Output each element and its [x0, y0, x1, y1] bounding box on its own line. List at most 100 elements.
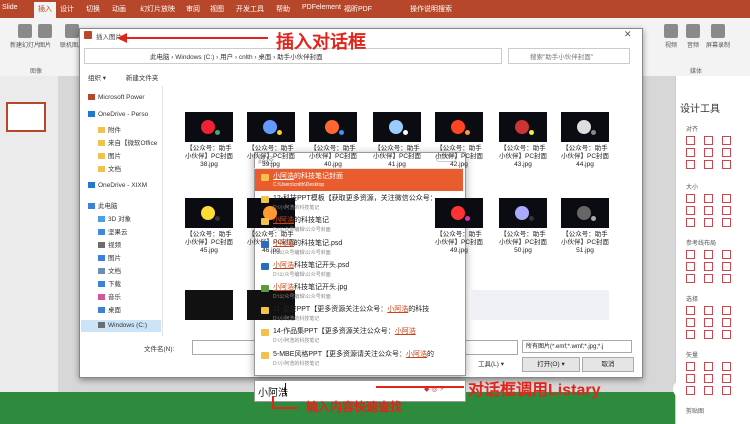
- nav-item[interactable]: 坚果云: [98, 226, 128, 236]
- audio-button[interactable]: 音频: [686, 24, 700, 49]
- file-item[interactable]: 【公众号：助手 小伙伴】PC封面 42.jpg: [430, 112, 488, 169]
- design-tool-icon[interactable]: [686, 362, 695, 371]
- cancel-button[interactable]: 取消: [582, 357, 634, 372]
- design-tool-icon[interactable]: [686, 330, 695, 339]
- breadcrumb-item[interactable]: 桌面: [258, 54, 271, 61]
- design-tool-icon[interactable]: [704, 362, 713, 371]
- nav-item[interactable]: 3D 对象: [98, 213, 131, 223]
- file-thumbnail[interactable]: [185, 290, 233, 320]
- ribbon-tab[interactable]: Slide: [2, 4, 18, 11]
- design-tool-icon[interactable]: [722, 374, 731, 383]
- nav-item[interactable]: 下载: [98, 278, 121, 288]
- design-tool-icon[interactable]: [704, 148, 713, 157]
- listary-result[interactable]: 5-MBE风格PPT【更多资源请关注公众号：小阿浩的 D:\小阿浩的科技笔记: [255, 347, 463, 369]
- file-item[interactable]: 【公众号：助手 小伙伴】PC封面 41.jpg: [368, 112, 426, 169]
- design-tool-icon[interactable]: [704, 318, 713, 327]
- design-tool-icon[interactable]: [722, 318, 731, 327]
- ribbon-tab[interactable]: 动画: [112, 4, 126, 14]
- design-tool-icon[interactable]: [704, 206, 713, 215]
- design-tool-icon[interactable]: [722, 136, 731, 145]
- file-item[interactable]: 【公众号：助手 小伙伴】PC封面 50.jpg: [494, 198, 552, 255]
- listary-result[interactable]: 小阿浩的科技笔记 D:\公众号编辑\公众号封面: [255, 213, 463, 235]
- design-tool-icon[interactable]: [704, 274, 713, 283]
- picture-button[interactable]: 图片: [38, 24, 52, 49]
- design-tool-icon[interactable]: [686, 262, 695, 271]
- breadcrumb-item[interactable]: 此电脑: [150, 54, 170, 61]
- design-tool-icon[interactable]: [686, 136, 695, 145]
- ribbon-tab[interactable]: 帮助: [276, 4, 290, 14]
- design-tool-icon[interactable]: [704, 160, 713, 169]
- slide-thumbnail[interactable]: [6, 102, 46, 132]
- design-tool-icon[interactable]: [722, 250, 731, 259]
- nav-item[interactable]: 来自【微软Office: [98, 137, 157, 147]
- file-item[interactable]: 【公众号：助手 小伙伴】PC封面 51.jpg: [556, 198, 614, 255]
- nav-item[interactable]: 图片: [98, 150, 121, 160]
- design-tool-icon[interactable]: [704, 218, 713, 227]
- nav-item[interactable]: OneDrive - Perso: [88, 111, 148, 118]
- listary-result[interactable]: 12-科技PPT模板【获取更多资源，关注微信公众号： D:\小阿浩的科技笔记: [255, 191, 463, 213]
- ribbon-tab[interactable]: PDFelement: [302, 4, 341, 11]
- design-tool-icon[interactable]: [686, 160, 695, 169]
- nav-item[interactable]: Microsoft Power: [88, 94, 145, 101]
- nav-item[interactable]: 图片: [98, 252, 121, 262]
- design-tool-icon[interactable]: [686, 386, 695, 395]
- ribbon-tab[interactable]: 切换: [86, 4, 100, 14]
- design-tool-icon[interactable]: [704, 136, 713, 145]
- design-tool-icon[interactable]: [722, 262, 731, 271]
- design-tool-icon[interactable]: [722, 386, 731, 395]
- file-thumbnail[interactable]: [561, 290, 609, 320]
- nav-item[interactable]: 此电脑: [88, 200, 118, 210]
- tools-button[interactable]: 工具(L) ▾: [478, 358, 504, 368]
- design-tool-icon[interactable]: [722, 206, 731, 215]
- file-item[interactable]: 【公众号：助手 小伙伴】PC封面 38.jpg: [180, 112, 238, 169]
- listary-result[interactable]: 小阿浩科技笔记开头.jpg D:\公众号编辑\公众号封面: [255, 280, 463, 302]
- breadcrumb-item[interactable]: 助手小伙伴封面: [277, 54, 323, 61]
- ribbon-tab[interactable]: 审阅: [186, 4, 200, 14]
- filetype-select[interactable]: 所有图片(*.emf;*.wmf;*.jpg;*.j: [522, 340, 632, 353]
- file-item[interactable]: 【公众号：助手 小伙伴】PC封面 45.jpg: [180, 198, 238, 255]
- listary-result[interactable]: 小阿浩的科技笔记.psd D:\公众号编辑\公众号封面: [255, 236, 463, 258]
- design-tool-icon[interactable]: [686, 374, 695, 383]
- nav-item[interactable]: 文档: [98, 265, 121, 275]
- video-button[interactable]: 视频: [664, 24, 678, 49]
- design-tool-icon[interactable]: [686, 148, 695, 157]
- close-icon[interactable]: ✕: [624, 29, 632, 40]
- breadcrumb-item[interactable]: Windows (C:): [175, 54, 214, 61]
- design-tool-icon[interactable]: [722, 194, 731, 203]
- ribbon-tab[interactable]: 插入: [34, 2, 56, 18]
- ribbon-tab[interactable]: 幻灯片放映: [140, 4, 175, 14]
- design-tool-icon[interactable]: [686, 250, 695, 259]
- nav-item[interactable]: OneDrive - XIXM: [88, 182, 147, 189]
- new-slide-button[interactable]: 新建幻灯片: [10, 24, 40, 49]
- design-tool-icon[interactable]: [686, 306, 695, 315]
- listary-result[interactable]: 小阿浩的科技笔记封面 C:\Users\cnlth\Desktop: [255, 169, 463, 191]
- design-tool-icon[interactable]: [704, 374, 713, 383]
- ribbon-tab[interactable]: 福昕PDF: [344, 4, 372, 14]
- organize-button[interactable]: 组织 ▾: [88, 75, 106, 82]
- design-tool-icon[interactable]: [686, 206, 695, 215]
- design-tool-icon[interactable]: [704, 194, 713, 203]
- file-item[interactable]: 【公众号：助手 小伙伴】PC封面 44.jpg: [556, 112, 614, 169]
- file-thumbnail[interactable]: [471, 290, 519, 320]
- breadcrumb-item[interactable]: 用户: [220, 54, 233, 61]
- design-tool-icon[interactable]: [722, 218, 731, 227]
- design-tool-icon[interactable]: [686, 218, 695, 227]
- design-tool-icon[interactable]: [686, 194, 695, 203]
- design-tool-icon[interactable]: [722, 274, 731, 283]
- design-tool-icon[interactable]: [686, 318, 695, 327]
- file-item[interactable]: 【公众号：助手 小伙伴】PC封面 40.jpg: [304, 112, 362, 169]
- nav-item[interactable]: Windows (C:): [98, 322, 147, 329]
- listary-result[interactable]: 小阿浩科技笔记开头.psd D:\公众号编辑\公众号封面: [255, 258, 463, 280]
- nav-item[interactable]: 桌面: [98, 304, 121, 314]
- design-tool-icon[interactable]: [686, 274, 695, 283]
- listary-result[interactable]: 14-作品集PPT【更多资源关注公众号：小阿浩 D:\小阿浩的科技笔记: [255, 324, 463, 346]
- listary-result[interactable]: 11-星空PPT【更多资源关注公众号：小阿浩的科技 D:\小阿浩的科技笔记: [255, 302, 463, 324]
- nav-item[interactable]: 附件: [98, 124, 121, 134]
- breadcrumb-item[interactable]: cnlth: [239, 54, 253, 61]
- design-tool-icon[interactable]: [704, 330, 713, 339]
- file-item[interactable]: 【公众号：助手 小伙伴】PC封面 39.jpg: [242, 112, 300, 169]
- design-tool-icon[interactable]: [722, 306, 731, 315]
- design-tool-icon[interactable]: [704, 250, 713, 259]
- file-thumbnail[interactable]: [513, 290, 561, 320]
- nav-item[interactable]: 音乐: [98, 291, 121, 301]
